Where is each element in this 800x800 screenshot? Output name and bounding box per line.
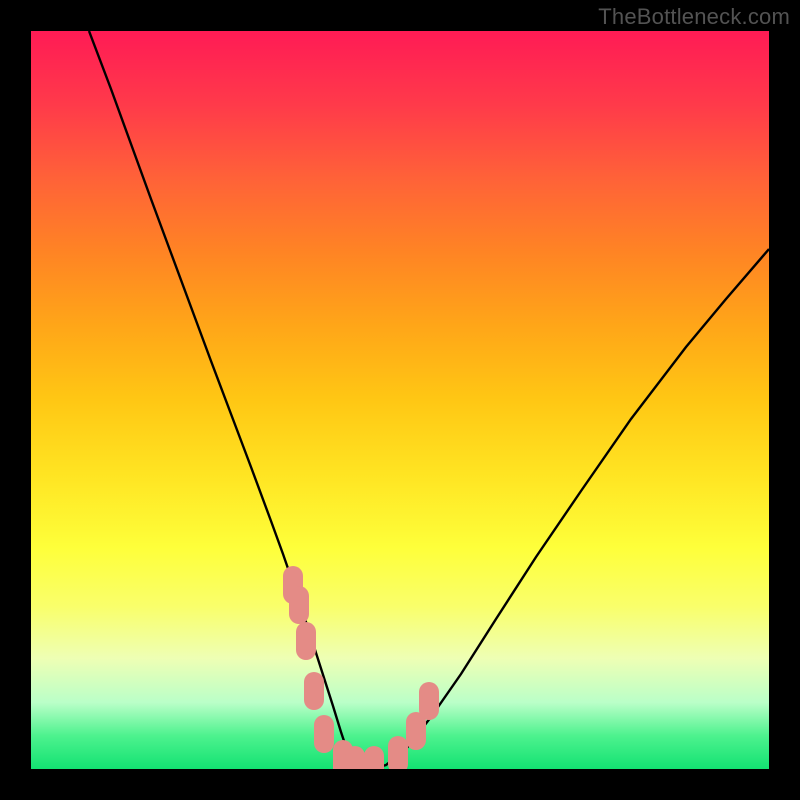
data-point-marker bbox=[364, 746, 384, 769]
data-point-marker bbox=[304, 672, 324, 710]
chart-svg bbox=[31, 31, 769, 769]
data-point-marker bbox=[388, 736, 408, 769]
curve-right bbox=[357, 249, 769, 769]
watermark-text: TheBottleneck.com bbox=[598, 4, 790, 30]
plot-area bbox=[31, 31, 769, 769]
data-point-marker bbox=[289, 586, 309, 624]
chart-frame: TheBottleneck.com bbox=[0, 0, 800, 800]
data-point-marker bbox=[296, 622, 316, 660]
data-point-marker bbox=[314, 715, 334, 753]
curve-layer bbox=[89, 31, 769, 769]
curve-left bbox=[89, 31, 357, 769]
data-point-marker bbox=[345, 746, 365, 769]
marker-layer bbox=[283, 566, 439, 769]
data-point-marker bbox=[419, 682, 439, 720]
